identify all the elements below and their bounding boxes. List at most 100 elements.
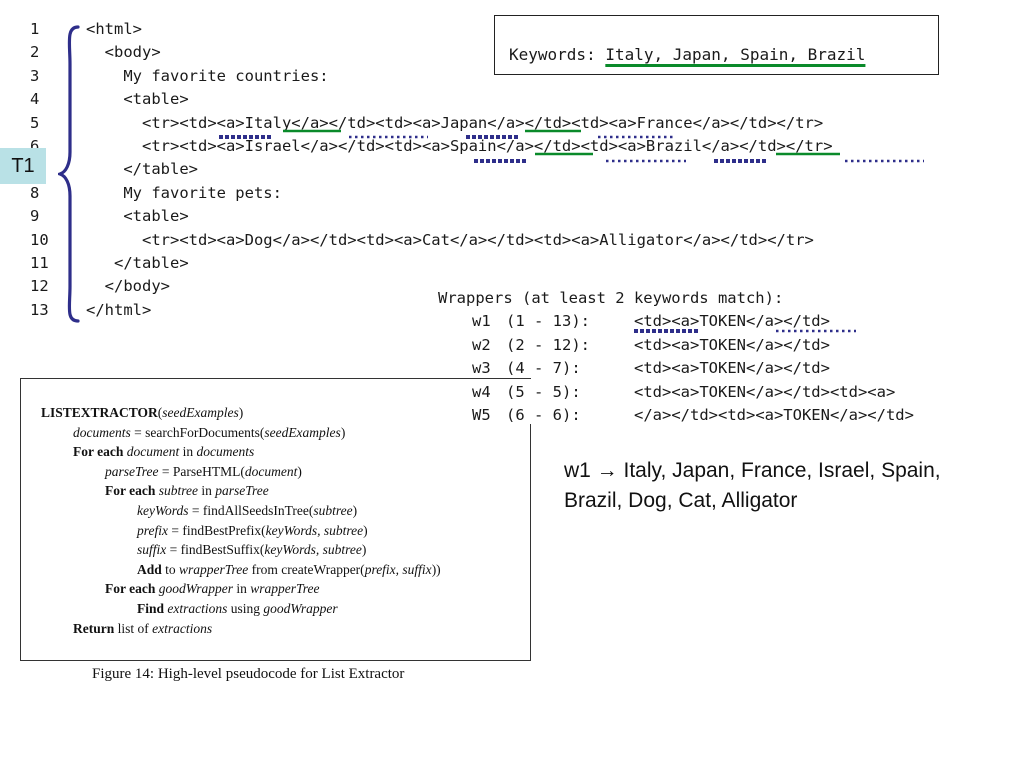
pseudocode-token: keyWords bbox=[137, 503, 189, 518]
pseudocode-token: in bbox=[233, 581, 251, 597]
line-number: 5 bbox=[30, 113, 40, 132]
bracket-icon bbox=[58, 25, 80, 323]
wrapper-pattern: </a></td><td><a>TOKEN</a></td> bbox=[634, 406, 914, 424]
pseudocode-token: parseTree bbox=[105, 463, 159, 479]
code-line: </body> bbox=[86, 277, 170, 296]
pseudocode-token: ) bbox=[352, 503, 358, 518]
wrapper-range: (2 - 12): bbox=[506, 335, 590, 354]
pseudocode-token: extractions bbox=[152, 620, 213, 636]
pseudocode-token: suffix bbox=[137, 542, 167, 558]
pseudocode-token: keyWords, subtree bbox=[265, 522, 364, 538]
pseudocode-line: For each goodWrapper in wrapperTree bbox=[105, 579, 320, 598]
pseudocode-token: in bbox=[179, 444, 197, 460]
pseudocode-line: prefix = findBestPrefix(keyWords, subtre… bbox=[137, 521, 368, 540]
code-line: <table> bbox=[86, 90, 189, 109]
line-number: 4 bbox=[30, 90, 40, 109]
code-line: <tr><td><a>Italy</a></td><td><a>Japan</a… bbox=[86, 113, 824, 132]
pseudocode-line: keyWords = findAllSeedsInTree(subtree) bbox=[137, 501, 357, 520]
code-line: My favorite pets: bbox=[86, 183, 282, 202]
pseudocode-line: Find extractions using goodWrapper bbox=[137, 599, 338, 618]
code-line: <tr><td><a>Israel</a></td><td><a>Spain</… bbox=[86, 137, 833, 155]
code-line: <body> bbox=[86, 43, 161, 62]
wrapper-pattern: <td><a>TOKEN</a></td> bbox=[634, 312, 830, 331]
line-number: 2 bbox=[30, 43, 40, 62]
wrapper-range: (1 - 13): bbox=[506, 312, 590, 331]
wrapper-pattern: <td><a>TOKEN</a></td> bbox=[634, 335, 830, 354]
pseudocode-token: subtree bbox=[158, 483, 198, 499]
pseudocode-token: = findAllSeedsInTree( bbox=[188, 503, 314, 518]
line-number: 11 bbox=[30, 254, 49, 272]
pseudocode-token: goodWrapper bbox=[158, 581, 233, 597]
pseudocode-token: goodWrapper bbox=[263, 601, 338, 616]
pseudocode-figure: LISTEXTRACTOR(seedExamples) documents = s… bbox=[20, 378, 531, 661]
wrapper-name: w2 bbox=[472, 335, 491, 354]
code-line: </html> bbox=[86, 300, 152, 319]
line-number: 1 bbox=[30, 20, 40, 38]
code-line: My favorite countries: bbox=[86, 66, 329, 85]
pseudocode-token: seedExamples bbox=[264, 424, 341, 440]
pseudocode-token: )) bbox=[431, 561, 441, 577]
pseudocode-token: document bbox=[126, 444, 180, 460]
pseudocode-token: For each bbox=[105, 483, 156, 499]
keywords-label: Keywords: bbox=[509, 45, 606, 64]
wrappers-header: Wrappers (at least 2 keywords match): bbox=[438, 289, 784, 307]
wrapper-range: (4 - 7): bbox=[506, 359, 581, 378]
code-line: <table> bbox=[86, 207, 189, 226]
line-number: 9 bbox=[30, 207, 40, 226]
line-number: 12 bbox=[30, 277, 49, 296]
pseudocode-token: ) bbox=[361, 542, 367, 558]
line-number: 13 bbox=[30, 300, 49, 319]
pseudocode-line: parseTree = ParseHTML(document) bbox=[105, 462, 302, 481]
wrapper-pattern: <td><a>TOKEN</a></td> bbox=[634, 359, 830, 378]
pseudocode-line: suffix = findBestSuffix(keyWords, subtre… bbox=[137, 540, 366, 559]
wrapper-name: w3 bbox=[472, 359, 491, 378]
pseudocode-line: Return list of extractions bbox=[73, 619, 212, 638]
pseudocode-token: ) bbox=[363, 522, 368, 538]
pseudocode-token: = ParseHTML( bbox=[158, 463, 245, 479]
pseudocode-token: ) bbox=[340, 424, 346, 440]
pseudocode-token: keyWords, subtree bbox=[264, 542, 362, 558]
pseudocode-token: list of bbox=[114, 620, 153, 636]
line-number: 10 bbox=[30, 230, 49, 249]
code-line: </table> bbox=[86, 254, 189, 272]
pseudocode-token: LISTEXTRACTOR bbox=[41, 405, 158, 420]
pseudocode-token: Find bbox=[137, 601, 165, 616]
pseudocode-token: = findBestSuffix( bbox=[166, 542, 265, 558]
pseudocode-token: seedExamples bbox=[162, 405, 239, 420]
pseudocode-token: from createWrapper( bbox=[248, 561, 365, 577]
wrapper-name: w1 bbox=[472, 312, 491, 331]
extraction-result: w1 → Italy, Japan, France, Israel, Spain… bbox=[564, 459, 941, 512]
pseudocode-token: prefix, suffix bbox=[364, 561, 432, 577]
pseudocode-token: extractions bbox=[167, 601, 228, 616]
figure-caption: Figure 14: High-level pseudocode for Lis… bbox=[92, 666, 405, 682]
pseudocode-token: For each bbox=[105, 581, 156, 597]
pseudocode-line: Add to wrapperTree from createWrapper(pr… bbox=[137, 560, 441, 579]
pseudocode-token: parseTree bbox=[215, 483, 269, 499]
pseudocode-token: documents bbox=[196, 444, 255, 460]
pseudocode-token: Add bbox=[137, 561, 162, 577]
pseudocode-token: wrapperTree bbox=[250, 581, 320, 597]
pseudocode-token: to bbox=[161, 561, 180, 577]
pseudocode-token: ) bbox=[238, 405, 244, 420]
wrapper-pattern: <td><a>TOKEN</a></td><td><a> bbox=[634, 382, 896, 401]
line-number: 3 bbox=[30, 66, 40, 85]
pseudocode-token: Return bbox=[73, 620, 115, 636]
pseudocode-token: using bbox=[227, 601, 264, 616]
pseudocode-line: documents = searchForDocuments(seedExamp… bbox=[73, 423, 345, 442]
keywords-box: Keywords: Italy, Japan, Spain, Brazil bbox=[494, 15, 939, 75]
pseudocode-token: prefix bbox=[137, 522, 168, 538]
pseudocode-token: = searchForDocuments( bbox=[130, 424, 265, 440]
pseudocode-line: For each document in documents bbox=[73, 442, 254, 461]
pseudocode-token: document bbox=[244, 463, 298, 479]
pseudocode-token: wrapperTree bbox=[179, 561, 249, 577]
code-line: <html> bbox=[86, 20, 142, 38]
figure-border bbox=[530, 424, 531, 661]
pseudocode-line: For each subtree in parseTree bbox=[105, 481, 269, 500]
pseudocode-token: ) bbox=[297, 463, 302, 479]
keywords-list: Italy, Japan, Spain, Brazil bbox=[605, 45, 866, 64]
pseudocode-token: in bbox=[198, 483, 216, 499]
pseudocode-token: subtree bbox=[313, 503, 353, 518]
tree-label: T1 bbox=[0, 148, 46, 184]
pseudocode-token: For each bbox=[73, 444, 124, 460]
pseudocode-token: documents bbox=[73, 424, 131, 440]
